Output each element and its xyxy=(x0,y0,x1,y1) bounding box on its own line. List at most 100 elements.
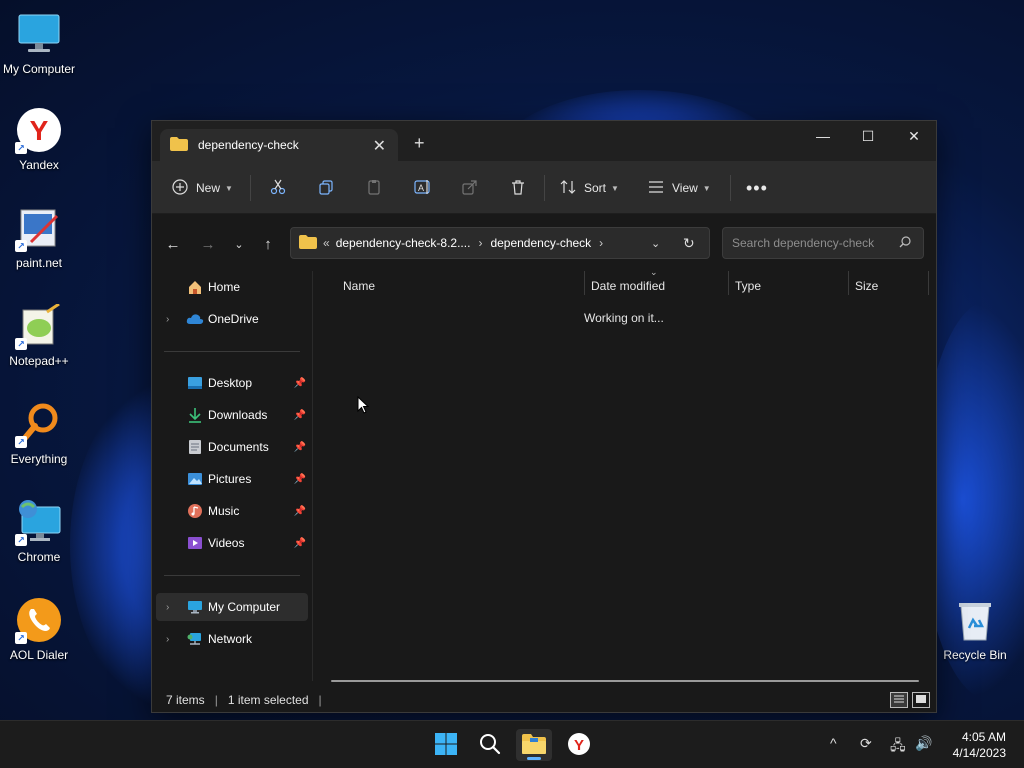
sync-update-icon[interactable]: ⟳ xyxy=(860,735,872,752)
desktop-icon-label: Notepad++ xyxy=(9,354,69,368)
sidebar-item-pictures[interactable]: Pictures 📌 xyxy=(156,465,308,493)
search-box[interactable] xyxy=(722,227,924,259)
chevron-right-icon[interactable]: › xyxy=(478,236,482,250)
new-button[interactable]: New ▼ xyxy=(172,174,233,202)
clock-time: 4:05 AM xyxy=(961,730,1006,744)
desktop-icon-notepadpp[interactable]: ↗ Notepad++ xyxy=(1,302,77,368)
column-divider[interactable] xyxy=(928,271,929,295)
more-options-button[interactable]: ••• xyxy=(746,174,768,202)
tab-title: dependency-check xyxy=(198,138,299,152)
pin-icon[interactable]: 📌 xyxy=(294,410,306,421)
videos-icon xyxy=(186,534,204,552)
details-view-button[interactable] xyxy=(890,692,908,708)
system-clock[interactable]: 4:05 AM 4/14/2023 xyxy=(953,729,1006,761)
rename-button[interactable]: A xyxy=(414,174,432,202)
chevron-down-icon: ⌄ xyxy=(234,238,244,251)
new-tab-button[interactable]: + xyxy=(414,133,425,154)
recent-locations-button[interactable]: ⌄ xyxy=(228,233,250,255)
new-label: New xyxy=(196,181,221,195)
cloud-icon xyxy=(186,310,204,328)
recycle-bin-icon xyxy=(951,596,999,644)
column-header-date-modified[interactable]: Date modified xyxy=(591,274,665,298)
up-button[interactable]: ↑ xyxy=(257,233,279,255)
tab-dependency-check[interactable]: dependency-check ✕ xyxy=(160,129,398,161)
sidebar-item-label: Documents xyxy=(208,440,269,454)
close-tab-icon[interactable]: ✕ xyxy=(373,136,386,156)
chevron-right-icon[interactable]: › xyxy=(599,236,603,250)
paste-button[interactable] xyxy=(366,174,382,202)
forward-button[interactable]: → xyxy=(197,233,219,255)
folder-icon xyxy=(299,234,317,252)
chevron-right-icon[interactable]: › xyxy=(166,314,169,325)
tiles-view-button[interactable] xyxy=(912,692,930,708)
sidebar-item-my-computer[interactable]: › My Computer xyxy=(156,593,308,621)
cut-button[interactable] xyxy=(270,174,286,202)
desktop-icon-everything[interactable]: ↗ Everything xyxy=(1,400,77,466)
volume-icon[interactable]: 🔊 xyxy=(915,735,932,752)
address-history-chevron-icon[interactable]: ⌄ xyxy=(651,237,660,250)
yandex-taskbar-button[interactable]: Y xyxy=(561,729,597,761)
notepadpp-icon: ↗ xyxy=(15,302,63,350)
search-icon[interactable] xyxy=(899,236,911,251)
sort-button[interactable]: Sort ▼ xyxy=(560,174,619,202)
minimize-button[interactable]: — xyxy=(800,121,846,151)
sidebar-item-documents[interactable]: Documents 📌 xyxy=(156,433,308,461)
network-status-icon[interactable]: 🖧 xyxy=(890,735,906,759)
copy-icon xyxy=(318,179,334,198)
chevron-right-icon[interactable]: › xyxy=(166,634,169,645)
column-header-size[interactable]: Size xyxy=(855,274,878,298)
sidebar-item-music[interactable]: Music 📌 xyxy=(156,497,308,525)
sidebar-item-network[interactable]: › Network xyxy=(156,625,308,653)
pin-icon[interactable]: 📌 xyxy=(294,442,306,453)
sidebar-item-home[interactable]: Home xyxy=(156,273,308,301)
maximize-button[interactable]: ☐ xyxy=(845,121,891,151)
pin-icon[interactable]: 📌 xyxy=(294,474,306,485)
file-explorer-window: dependency-check ✕ + — ☐ ✕ New ▼ A Sort … xyxy=(151,120,937,713)
desktop-icon-label: AOL Dialer xyxy=(9,648,69,662)
pin-icon[interactable]: 📌 xyxy=(294,538,306,549)
pin-icon[interactable]: 📌 xyxy=(294,378,306,389)
column-header-name[interactable]: Name xyxy=(343,274,375,298)
back-button[interactable]: ← xyxy=(162,233,184,255)
start-button[interactable] xyxy=(428,729,464,761)
desktop-icon-paintnet[interactable]: ↗ paint.net xyxy=(1,204,77,270)
column-divider[interactable] xyxy=(848,271,849,295)
file-explorer-taskbar-button[interactable] xyxy=(516,729,552,761)
desktop-icon-yandex[interactable]: Y ↗ Yandex xyxy=(1,106,77,172)
sidebar-item-label: OneDrive xyxy=(208,312,259,326)
copy-button[interactable] xyxy=(318,174,334,202)
view-button[interactable]: View ▼ xyxy=(648,174,711,202)
sidebar-item-videos[interactable]: Videos 📌 xyxy=(156,529,308,557)
sidebar-divider xyxy=(164,575,300,576)
breadcrumb-item[interactable]: dependency-check-8.2.... xyxy=(336,236,471,250)
sidebar-item-desktop[interactable]: Desktop 📌 xyxy=(156,369,308,397)
sidebar-item-onedrive[interactable]: › OneDrive xyxy=(156,305,308,333)
title-bar[interactable]: dependency-check ✕ + — ☐ ✕ xyxy=(152,121,936,161)
breadcrumb-item[interactable]: dependency-check xyxy=(490,236,591,250)
file-list-pane[interactable]: Name ⌄ Date modified Type Size Working o… xyxy=(312,267,936,682)
refresh-icon[interactable]: ↻ xyxy=(683,235,695,252)
column-divider[interactable] xyxy=(728,271,729,295)
desktop-icon-my-computer[interactable]: My Computer xyxy=(1,10,77,76)
monitor-icon xyxy=(186,598,204,616)
desktop-icon-aol-dialer[interactable]: ↗ AOL Dialer xyxy=(1,596,77,662)
delete-button[interactable] xyxy=(510,174,526,202)
svg-text:Y: Y xyxy=(574,737,584,754)
chevron-right-icon[interactable]: › xyxy=(166,602,169,613)
mouse-cursor-icon xyxy=(357,395,370,417)
column-divider[interactable] xyxy=(584,271,585,295)
address-bar[interactable]: « dependency-check-8.2.... › dependency-… xyxy=(290,227,710,259)
search-input[interactable] xyxy=(732,236,892,250)
sidebar-item-label: Desktop xyxy=(208,376,253,390)
pin-icon[interactable]: 📌 xyxy=(294,506,306,517)
desktop-icon-recycle-bin[interactable]: Recycle Bin xyxy=(937,596,1013,662)
sidebar-item-downloads[interactable]: Downloads 📌 xyxy=(156,401,308,429)
desktop-icon-chrome[interactable]: ↗ Chrome xyxy=(1,498,77,564)
column-header-type[interactable]: Type xyxy=(735,274,761,298)
share-button[interactable] xyxy=(462,174,478,202)
close-window-button[interactable]: ✕ xyxy=(891,121,937,151)
search-taskbar-button[interactable] xyxy=(472,729,508,761)
breadcrumb-overflow[interactable]: « xyxy=(323,236,330,250)
horizontal-scrollbar[interactable] xyxy=(331,680,919,682)
show-hidden-icons-chevron-icon[interactable]: ^ xyxy=(830,735,837,751)
